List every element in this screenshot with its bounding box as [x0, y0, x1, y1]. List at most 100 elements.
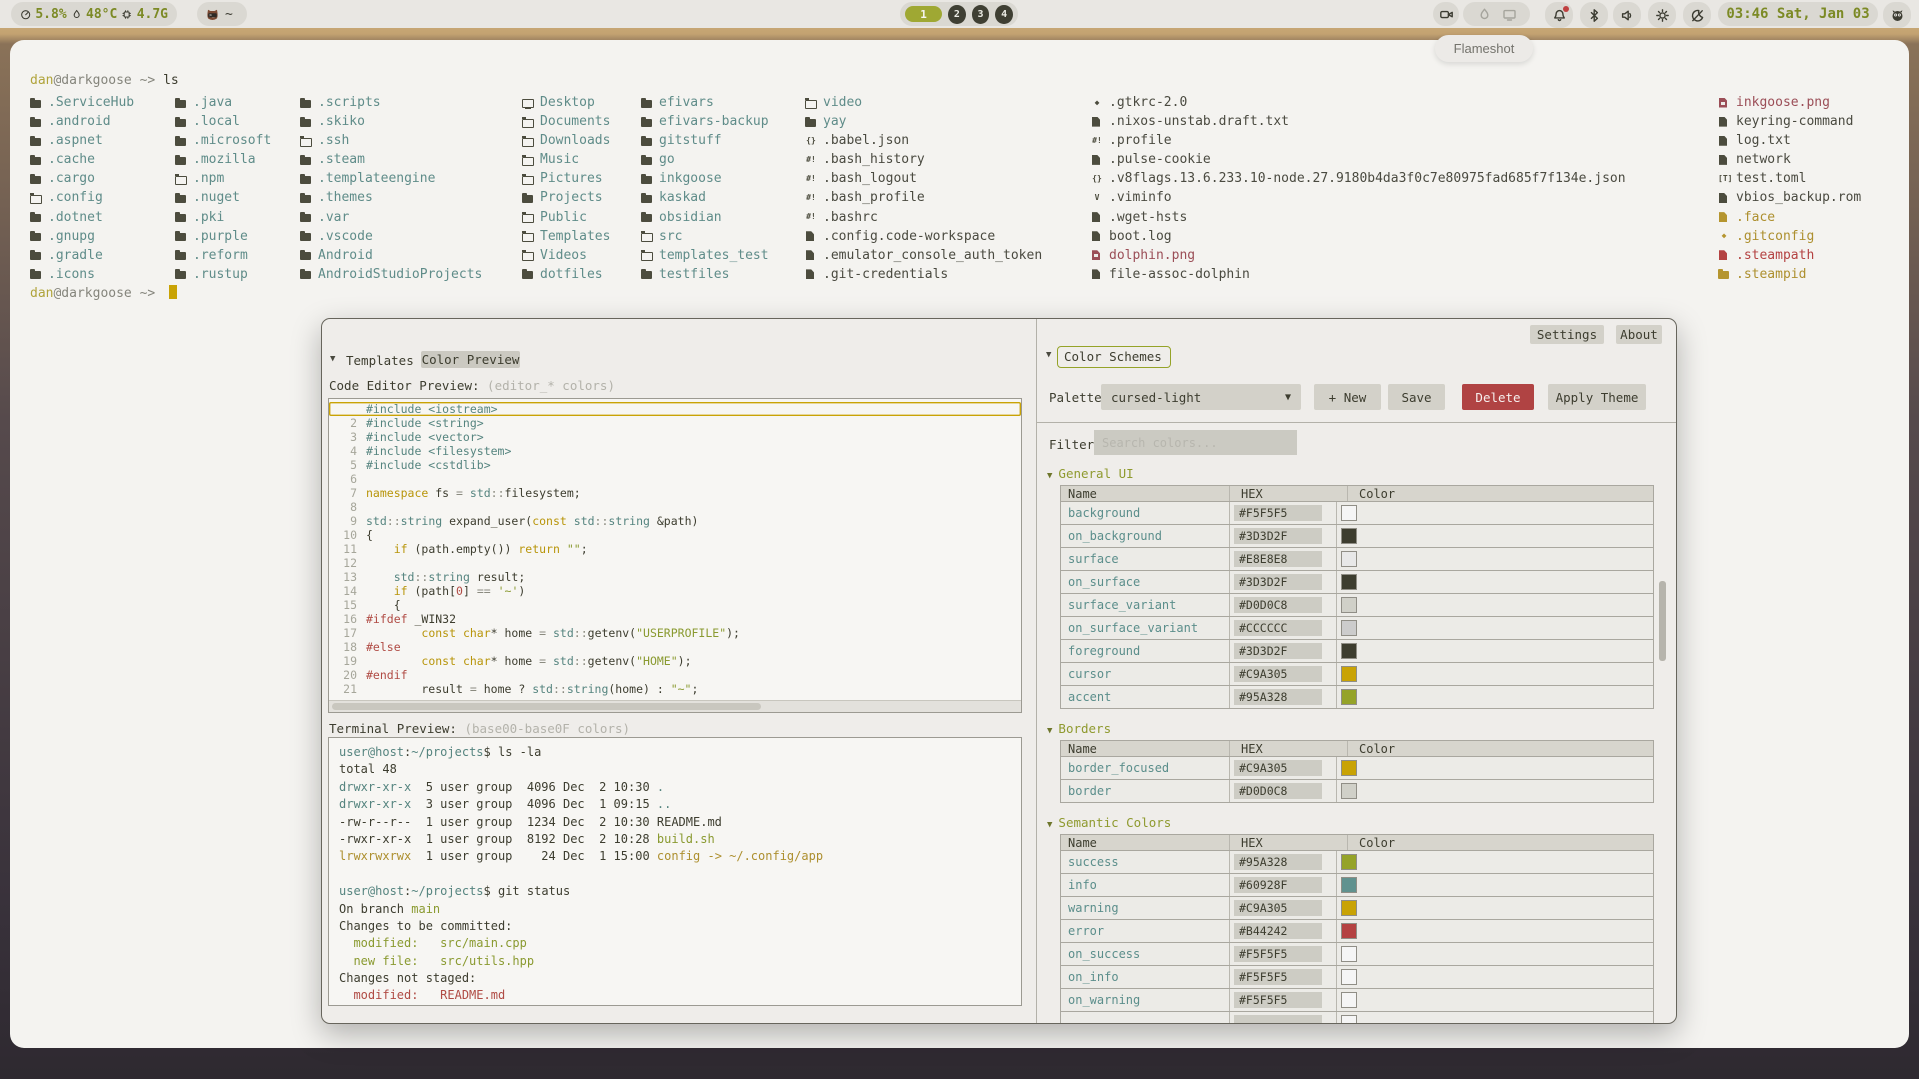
code-token: std: [470, 486, 491, 500]
hex-input[interactable]: #3D3D2F: [1234, 643, 1322, 659]
terminal-line: total 48: [339, 761, 1021, 778]
tab-color-preview[interactable]: Color Preview: [421, 351, 520, 368]
color-swatch[interactable]: [1341, 1015, 1357, 1024]
file-entry: .gradle: [30, 246, 134, 265]
color-swatch[interactable]: [1341, 923, 1357, 939]
collapse-icon[interactable]: ▼: [1046, 350, 1051, 360]
inactive-tools-group[interactable]: [1463, 2, 1530, 26]
hex-input[interactable]: #F5F5F5: [1234, 946, 1322, 962]
table-row: error#B44242: [1060, 920, 1654, 943]
color-swatch[interactable]: [1341, 597, 1357, 613]
new-palette-button[interactable]: + New: [1314, 384, 1381, 410]
notifications-button[interactable]: [1545, 2, 1573, 28]
color-swatch[interactable]: [1341, 643, 1357, 659]
section-header[interactable]: ▼Borders: [1047, 721, 1670, 736]
flame-icon: [71, 7, 82, 22]
scrollbar-thumb[interactable]: [1659, 581, 1666, 661]
scrollbar-thumb[interactable]: [332, 703, 761, 710]
hex-input[interactable]: #95A328: [1234, 689, 1322, 705]
color-cell: [1337, 992, 1653, 1008]
hex-input[interactable]: #B44242: [1234, 923, 1322, 939]
hex-input[interactable]: #F5F5F5: [1234, 505, 1322, 521]
code-token: ::: [414, 570, 428, 584]
color-swatch[interactable]: [1341, 969, 1357, 985]
clock[interactable]: 03:46 Sat, Jan 03: [1718, 2, 1878, 26]
color-swatch[interactable]: [1341, 760, 1357, 776]
bluetooth-button[interactable]: [1580, 2, 1608, 28]
about-button[interactable]: About: [1616, 325, 1662, 344]
color-swatch[interactable]: [1341, 620, 1357, 636]
hex-input[interactable]: [1234, 1015, 1322, 1024]
gauge-icon: [20, 7, 31, 22]
svg-text:>_: >_: [209, 13, 215, 18]
workspace-active[interactable]: 1: [905, 6, 942, 22]
save-button[interactable]: Save: [1388, 384, 1445, 410]
hex-input[interactable]: #E8E8E8: [1234, 551, 1322, 567]
filter-input[interactable]: [1094, 430, 1297, 455]
file-entry: .templateengine: [300, 169, 482, 188]
section-header[interactable]: ▼Semantic Colors: [1047, 815, 1670, 830]
palette-value: cursed-light: [1111, 390, 1201, 405]
file-name: .var: [318, 208, 349, 227]
color-swatch[interactable]: [1341, 946, 1357, 962]
apply-theme-button[interactable]: Apply Theme: [1548, 384, 1646, 410]
volume-button[interactable]: [1613, 2, 1641, 28]
hex-input[interactable]: #D0D0C8: [1234, 783, 1322, 799]
folder-icon: [300, 97, 312, 109]
code-token: [366, 654, 421, 668]
hex-input[interactable]: #60928F: [1234, 877, 1322, 893]
hex-input[interactable]: #C9A305: [1234, 900, 1322, 916]
color-swatch[interactable]: [1341, 689, 1357, 705]
terminal-line: drwxr-xr-x 5 user group 4096 Dec 2 10:30…: [339, 779, 1021, 796]
palette-dropdown[interactable]: cursed-light ▼: [1101, 384, 1301, 410]
hex-input[interactable]: #F5F5F5: [1234, 969, 1322, 985]
color-swatch[interactable]: [1341, 877, 1357, 893]
night-mode-button[interactable]: [1683, 2, 1711, 28]
hex-cell: #F5F5F5: [1230, 989, 1337, 1011]
color-swatch[interactable]: [1341, 574, 1357, 590]
hex-input[interactable]: #C9A305: [1234, 760, 1322, 776]
color-swatch[interactable]: [1341, 992, 1357, 1008]
hex-input[interactable]: #3D3D2F: [1234, 528, 1322, 544]
hex-input[interactable]: #C9A305: [1234, 666, 1322, 682]
workspace-4[interactable]: 4: [995, 5, 1013, 24]
collapse-icon[interactable]: ▼: [330, 354, 335, 364]
color-swatch[interactable]: [1341, 854, 1357, 870]
hex-input[interactable]: #95A328: [1234, 854, 1322, 870]
color-swatch[interactable]: [1341, 783, 1357, 799]
color-swatch[interactable]: [1341, 505, 1357, 521]
hex-input[interactable]: #D0D0C8: [1234, 597, 1322, 613]
delete-button[interactable]: Delete: [1462, 384, 1534, 410]
hex-input[interactable]: #3D3D2F: [1234, 574, 1322, 590]
hex-input[interactable]: #CCCCCC: [1234, 620, 1322, 636]
color-schemes-header[interactable]: Color Schemes: [1064, 349, 1162, 364]
terminal-line: modified: README.md: [339, 987, 1021, 1004]
file-name: Android: [318, 246, 373, 265]
section-header[interactable]: ▼General UI: [1047, 466, 1670, 481]
table-row: border_focused#C9A305: [1060, 757, 1654, 780]
vertical-scrollbar[interactable]: [1659, 464, 1666, 1024]
code-token: ;: [581, 542, 588, 556]
tab-templates[interactable]: Templates: [346, 353, 414, 368]
line-number: 5: [329, 458, 366, 472]
open-folder-icon: [522, 249, 534, 261]
workspace-3[interactable]: 3: [972, 5, 990, 24]
terminal-app-indicator[interactable]: >_ ~: [197, 2, 247, 26]
tray-app-button[interactable]: [1883, 2, 1911, 28]
file-name: efivars: [659, 93, 714, 112]
horizontal-scrollbar[interactable]: [329, 700, 1021, 712]
diamond-icon: ◆: [1718, 230, 1730, 242]
screen-record-button[interactable]: [1433, 2, 1459, 26]
color-swatch[interactable]: [1341, 666, 1357, 682]
color-swatch[interactable]: [1341, 528, 1357, 544]
file-entry: .steampath: [1718, 246, 1861, 265]
system-stats[interactable]: 5.8% 48°C 4.7G: [11, 2, 177, 26]
color-swatch[interactable]: [1341, 551, 1357, 567]
settings-button[interactable]: Settings: [1530, 325, 1604, 344]
hex-input[interactable]: #F5F5F5: [1234, 992, 1322, 1008]
color-swatch[interactable]: [1341, 900, 1357, 916]
workspace-2[interactable]: 2: [948, 5, 966, 24]
code-token: ::: [387, 514, 401, 528]
terminal-token: On branch: [339, 902, 411, 916]
brightness-button[interactable]: [1648, 2, 1676, 28]
